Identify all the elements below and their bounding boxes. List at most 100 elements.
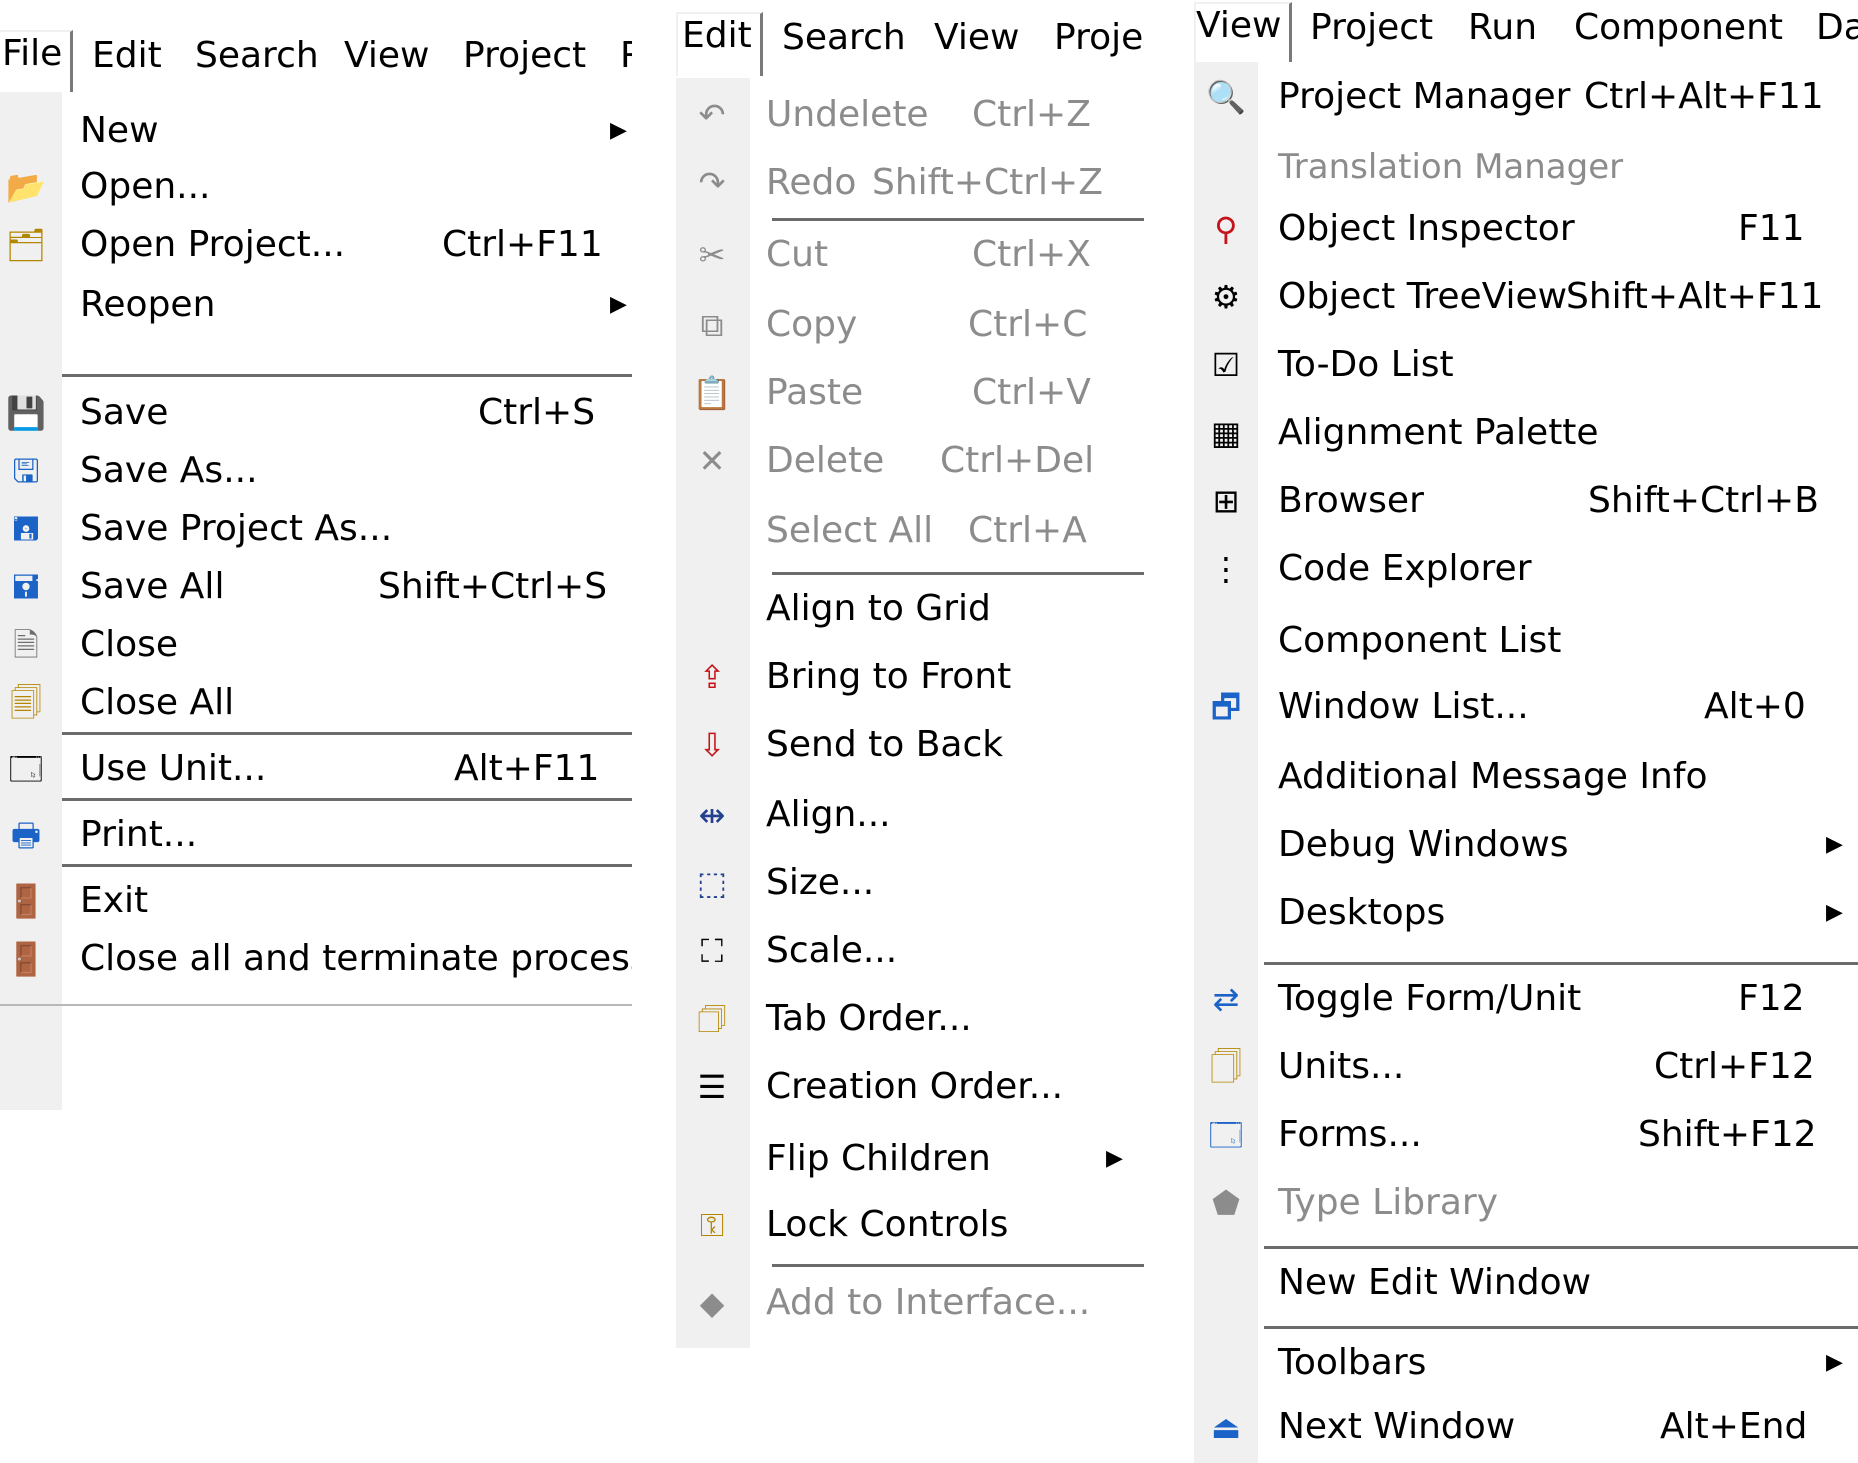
- menu-file[interactable]: File: [0, 30, 74, 92]
- edit-menu-panel: Edit Search View Projec ↶ Undelete Ctrl+…: [676, 0, 1144, 1348]
- menu-item-desktops[interactable]: Desktops ▶: [1194, 884, 1858, 942]
- menu-item-label: Send to Back: [766, 724, 1004, 765]
- menu-item-bring-to-front[interactable]: ⇪ Bring to Front: [676, 648, 1144, 706]
- menu-item-next-window[interactable]: ⏏ Next Window Alt+End: [1194, 1398, 1858, 1456]
- menu-view[interactable]: View: [344, 34, 429, 78]
- menu-item-project-manager[interactable]: 🔍 Project Manager Ctrl+Alt+F11: [1194, 68, 1858, 126]
- menu-item-copy[interactable]: ⧉ Copy Ctrl+C: [676, 296, 1144, 354]
- menu-item-new[interactable]: New ▶: [0, 102, 632, 160]
- menu-item-toggle-form-unit[interactable]: ⇄ Toggle Form/Unit F12: [1194, 970, 1858, 1028]
- menu-item-delete[interactable]: ✕ Delete Ctrl+Del: [676, 432, 1144, 490]
- menu-item-object-inspector[interactable]: ⚲ Object Inspector F11: [1194, 200, 1858, 258]
- shortcut-label: Alt+End: [1660, 1406, 1808, 1447]
- menu-item-units[interactable]: 🗍 Units... Ctrl+F12: [1194, 1038, 1858, 1096]
- menu-item-alignment-palette[interactable]: ▦ Alignment Palette: [1194, 404, 1858, 462]
- menu-item-new-edit-window[interactable]: New Edit Window: [1194, 1254, 1858, 1312]
- menu-item-type-library[interactable]: ⬟ Type Library: [1194, 1174, 1858, 1232]
- menu-item-label: Size...: [766, 862, 875, 903]
- menu-item-save[interactable]: 💾 Save Ctrl+S: [0, 384, 632, 442]
- menu-item-use-unit[interactable]: 🗔 Use Unit... Alt+F11: [0, 740, 632, 798]
- menu-item-save-as[interactable]: 🖫 Save As...: [0, 442, 632, 500]
- menu-item-exit[interactable]: 🚪 Exit: [0, 872, 632, 930]
- menu-item-select-all[interactable]: Select All Ctrl+A: [676, 502, 1144, 560]
- menu-item-print[interactable]: 🖶 Print...: [0, 806, 632, 864]
- key-icon: ⚿: [699, 1206, 725, 1244]
- menu-item-label: Reopen: [80, 284, 216, 325]
- menu-item-component-list[interactable]: Component List: [1194, 612, 1858, 670]
- close-file-icon: 🗎: [13, 626, 39, 664]
- menu-item-add-to-interface[interactable]: ◆ Add to Interface...: [676, 1274, 1144, 1332]
- menu-item-flip-children[interactable]: Flip Children ▶: [676, 1130, 1144, 1188]
- units-icon: 🗍: [1210, 1048, 1242, 1086]
- menu-item-label: Forms...: [1278, 1114, 1422, 1155]
- menu-item-object-treeview[interactable]: ⚙ Object TreeView Shift+Alt+F11: [1194, 268, 1858, 326]
- menu-item-redo[interactable]: ↷ Redo Shift+Ctrl+Z: [676, 154, 1144, 212]
- menu-item-save-project-as[interactable]: 🖪 Save Project As...: [0, 500, 632, 558]
- menu-item-align[interactable]: ⇹ Align...: [676, 786, 1144, 844]
- menu-item-label: Use Unit...: [80, 748, 267, 789]
- menu-search[interactable]: Search: [195, 34, 319, 78]
- menu-item-tab-order[interactable]: 🗇 Tab Order...: [676, 990, 1144, 1048]
- shortcut-label: Shift+Ctrl+B: [1588, 480, 1819, 521]
- menu-project[interactable]: Project: [463, 34, 586, 78]
- menu-item-additional-message-info[interactable]: Additional Message Info: [1194, 748, 1858, 806]
- menu-item-forms[interactable]: 🗔 Forms... Shift+F12: [1194, 1106, 1858, 1164]
- menu-view[interactable]: View: [1194, 2, 1293, 62]
- menu-component[interactable]: Component: [1574, 6, 1783, 50]
- menu-item-label: Open...: [80, 166, 211, 207]
- separator: [1264, 1326, 1858, 1331]
- code-explorer-icon: ⋮: [1210, 550, 1242, 588]
- menu-item-reopen[interactable]: Reopen ▶: [0, 276, 632, 334]
- menu-database[interactable]: Da: [1816, 6, 1858, 50]
- view-dropdown: 🔍 Project Manager Ctrl+Alt+F11 Translati…: [1194, 62, 1858, 1463]
- menu-item-scale[interactable]: ⛶ Scale...: [676, 922, 1144, 980]
- shortcut-label: Ctrl+V: [972, 372, 1091, 413]
- menu-item-cut[interactable]: ✂ Cut Ctrl+X: [676, 226, 1144, 284]
- menu-item-undelete[interactable]: ↶ Undelete Ctrl+Z: [676, 86, 1144, 144]
- menu-item-size[interactable]: ⬚ Size...: [676, 854, 1144, 912]
- menu-item-label: Tab Order...: [766, 998, 972, 1039]
- shortcut-label: Shift+Ctrl+S: [378, 566, 608, 607]
- shortcut-label: Ctrl+S: [478, 392, 596, 433]
- menu-item-label: Code Explorer: [1278, 548, 1532, 589]
- menu-view[interactable]: View: [934, 16, 1019, 60]
- menu-item-close-all-terminate[interactable]: 🚪 Close all and terminate process: [0, 930, 632, 988]
- copy-icon: ⧉: [700, 306, 724, 344]
- menu-item-align-to-grid[interactable]: Align to Grid: [676, 580, 1144, 638]
- menu-item-label: To-Do List: [1278, 344, 1454, 385]
- menu-item-label: Object TreeView: [1278, 276, 1568, 317]
- menu-item-code-explorer[interactable]: ⋮ Code Explorer: [1194, 540, 1858, 598]
- menu-item-label: Open Project...: [80, 224, 346, 265]
- menu-item-send-to-back[interactable]: ⇩ Send to Back: [676, 716, 1144, 774]
- menu-item-window-list[interactable]: 🗗 Window List... Alt+0: [1194, 678, 1858, 736]
- menu-run[interactable]: Run: [1468, 6, 1537, 50]
- menu-item-open-project[interactable]: 🗂 Open Project... Ctrl+F11: [0, 216, 632, 274]
- menu-item-creation-order[interactable]: ☰ Creation Order...: [676, 1058, 1144, 1116]
- type-library-icon: ⬟: [1212, 1184, 1240, 1222]
- menu-item-translation-manager[interactable]: Translation Manager: [1194, 138, 1858, 196]
- alignment-palette-icon: ▦: [1210, 414, 1242, 452]
- menu-item-label: Close all and terminate process: [80, 938, 632, 979]
- menu-item-save-all[interactable]: 🖬 Save All Shift+Ctrl+S: [0, 558, 632, 616]
- exit-door-icon: 🚪: [6, 882, 46, 920]
- menu-item-todo-list[interactable]: ☑ To-Do List: [1194, 336, 1858, 394]
- menu-edit[interactable]: Edit: [92, 34, 162, 78]
- menu-edit[interactable]: Edit: [676, 12, 763, 76]
- menu-item-paste[interactable]: 📋 Paste Ctrl+V: [676, 364, 1144, 422]
- separator: [772, 218, 1144, 223]
- menu-item-close[interactable]: 🗎 Close: [0, 616, 632, 674]
- menu-project[interactable]: Project: [1310, 6, 1433, 50]
- menu-item-lock-controls[interactable]: ⚿ Lock Controls: [676, 1196, 1144, 1254]
- size-icon: ⬚: [696, 864, 728, 902]
- menu-item-browser[interactable]: ⊞ Browser Shift+Ctrl+B: [1194, 472, 1858, 530]
- menu-item-label: Browser: [1278, 480, 1424, 521]
- menu-run[interactable]: R: [620, 34, 632, 78]
- menu-item-debug-windows[interactable]: Debug Windows ▶: [1194, 816, 1858, 874]
- shortcut-label: Ctrl+Alt+F11: [1584, 76, 1824, 117]
- menu-item-close-all[interactable]: 🗐 Close All: [0, 674, 632, 732]
- menu-item-open[interactable]: 📂 Open...: [0, 158, 632, 216]
- menu-project[interactable]: Projec: [1054, 16, 1144, 60]
- send-to-back-icon: ⇩: [698, 726, 726, 764]
- menu-search[interactable]: Search: [782, 16, 906, 60]
- menu-item-toolbars[interactable]: Toolbars ▶: [1194, 1334, 1858, 1392]
